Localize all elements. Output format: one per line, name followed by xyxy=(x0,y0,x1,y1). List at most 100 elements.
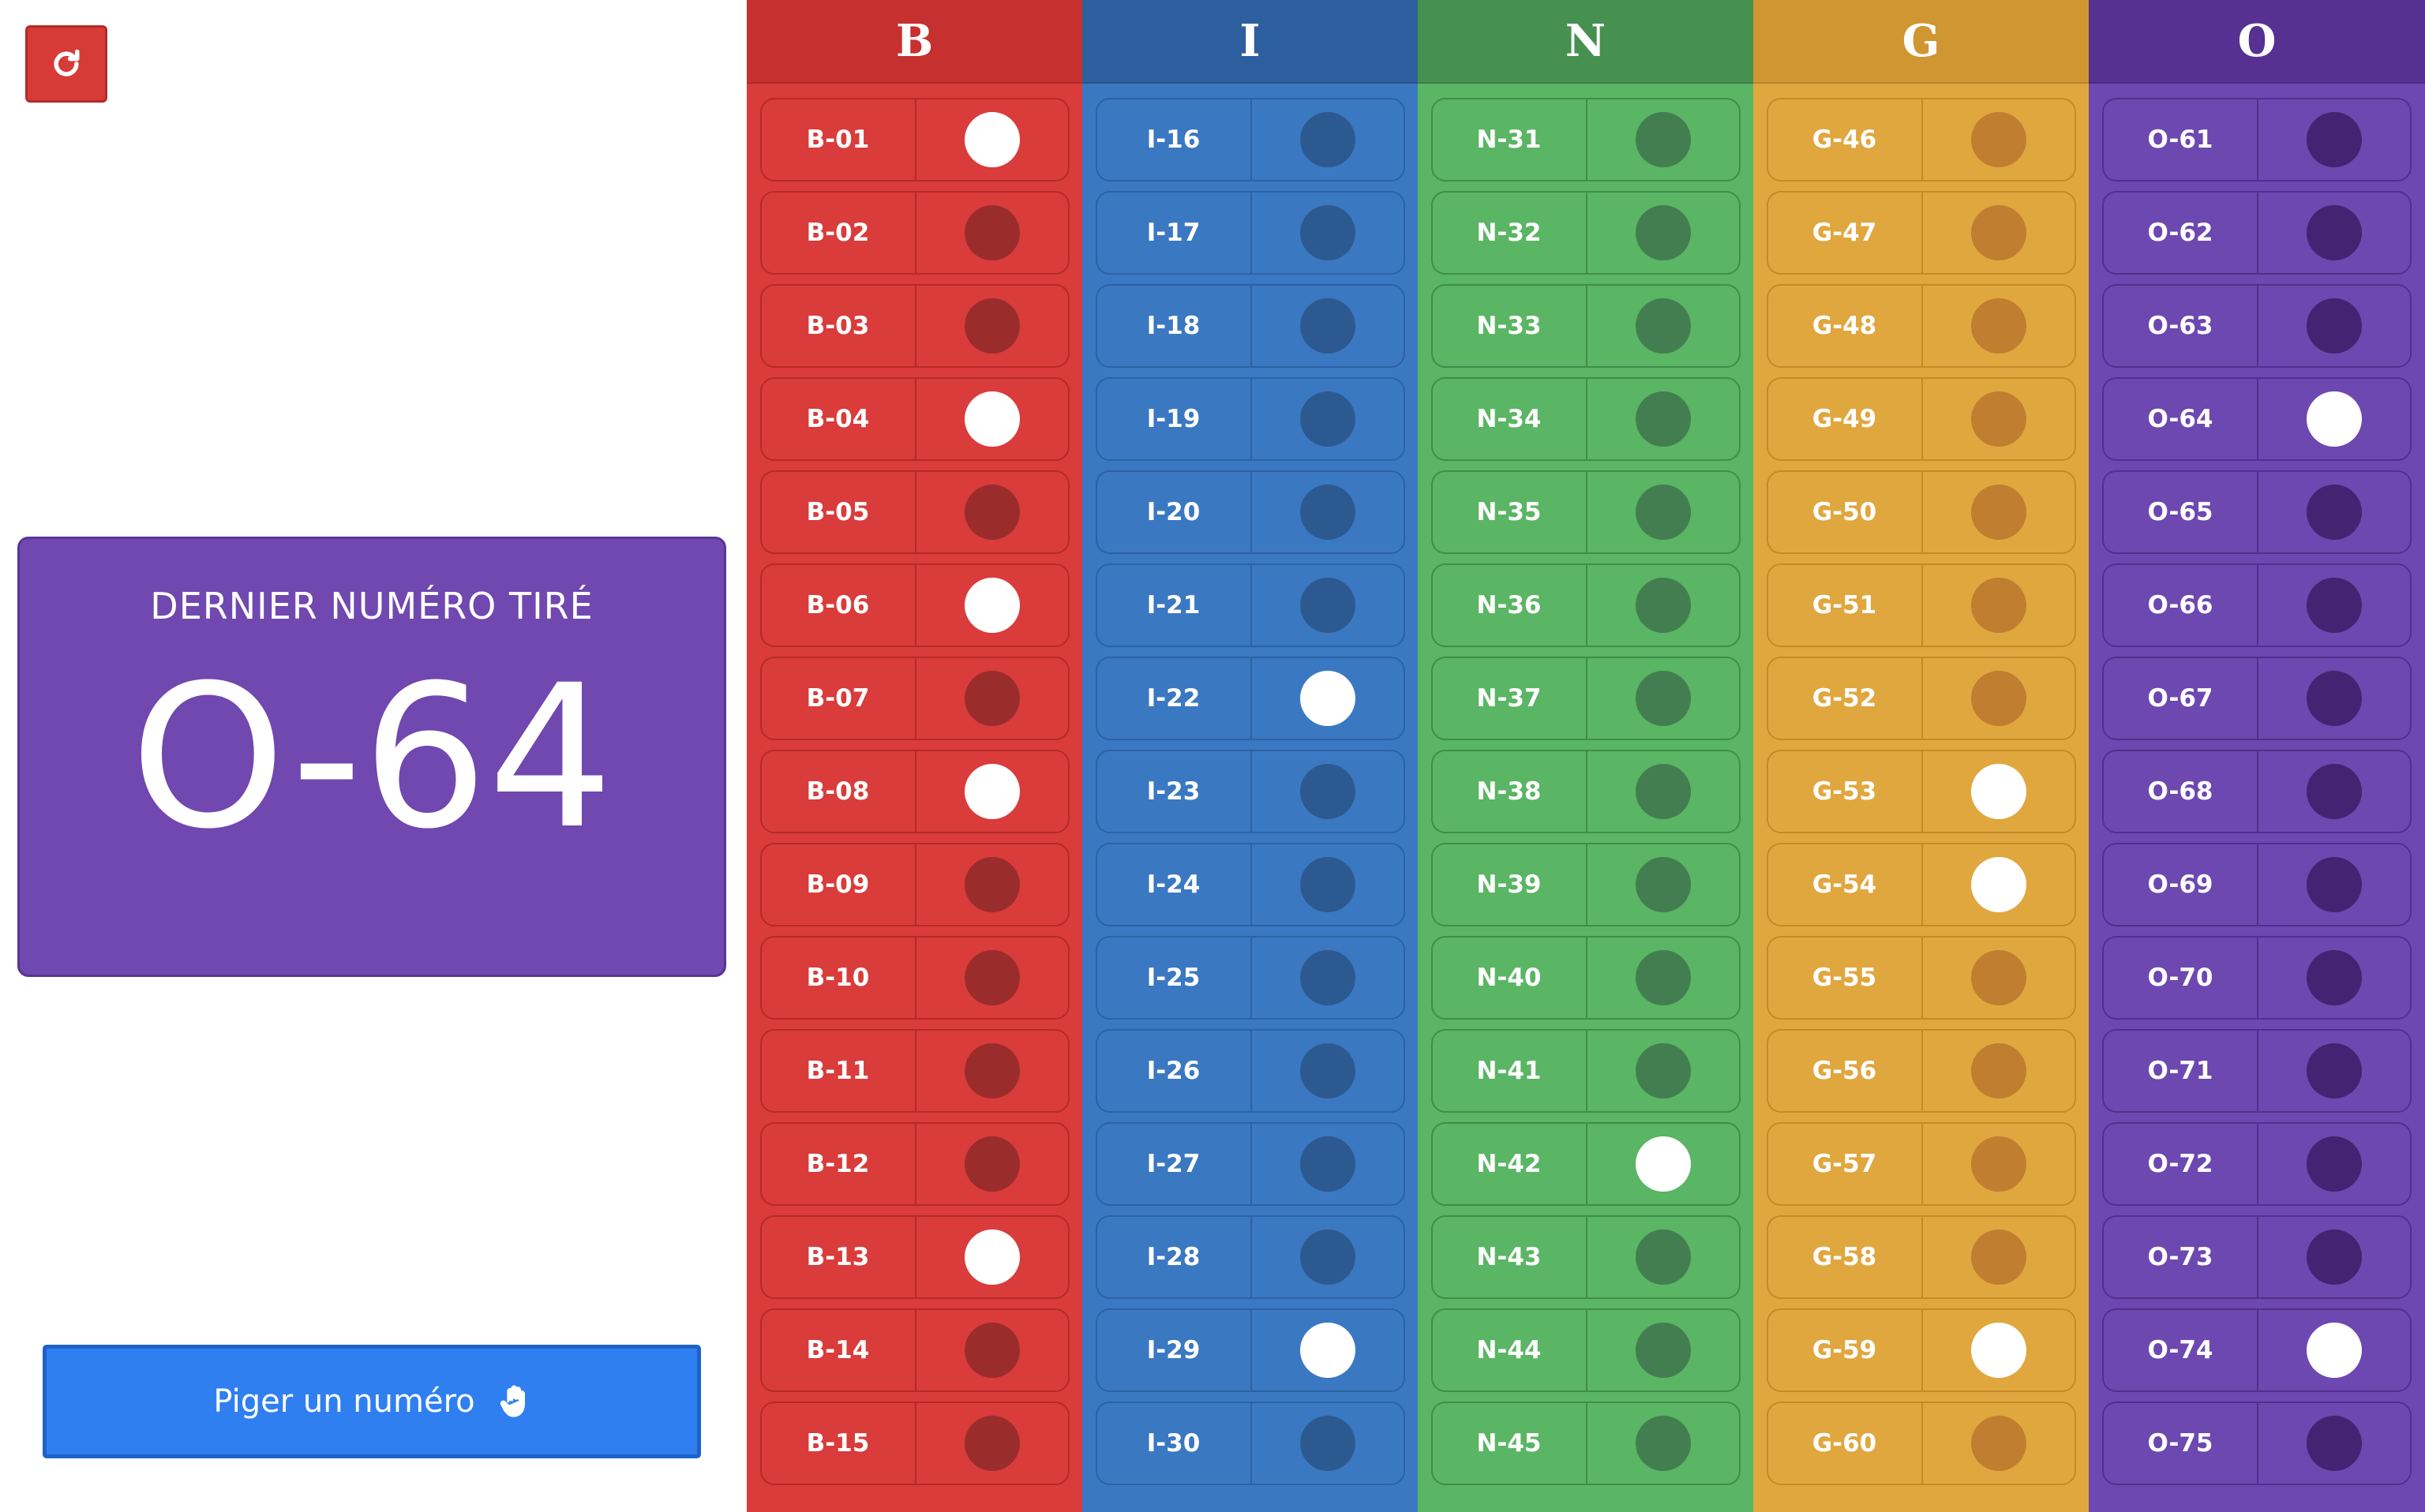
cell-label: N-39 xyxy=(1433,844,1587,925)
bingo-cell[interactable]: O-65 xyxy=(2102,470,2412,554)
bingo-cell[interactable]: I-26 xyxy=(1095,1029,1405,1113)
cell-indicator-wrap xyxy=(916,1310,1068,1390)
undrawn-indicator xyxy=(1635,205,1691,260)
bingo-cell[interactable]: G-55 xyxy=(1766,936,2076,1020)
column-header: G xyxy=(1753,0,2089,84)
bingo-cell[interactable]: B-11 xyxy=(759,1029,1070,1113)
bingo-cell[interactable]: O-72 xyxy=(2102,1122,2412,1206)
cell-label: N-44 xyxy=(1433,1310,1587,1390)
bingo-cell[interactable]: N-43 xyxy=(1430,1215,1741,1299)
cell-label: B-02 xyxy=(762,193,916,273)
bingo-cell[interactable]: O-61 xyxy=(2102,98,2412,182)
bingo-cell[interactable]: N-34 xyxy=(1430,377,1741,461)
bingo-cell[interactable]: I-19 xyxy=(1095,377,1405,461)
bingo-cell[interactable]: G-59 xyxy=(1766,1308,2076,1392)
cell-label: O-61 xyxy=(2104,99,2258,180)
last-drawn-title: DERNIER NUMÉRO TIRÉ xyxy=(150,585,594,627)
bingo-cell[interactable]: I-28 xyxy=(1095,1215,1405,1299)
bingo-cell[interactable]: G-54 xyxy=(1766,843,2076,926)
bingo-cell[interactable]: N-40 xyxy=(1430,936,1741,1020)
cell-label: B-13 xyxy=(762,1217,916,1297)
bingo-cell[interactable]: G-49 xyxy=(1766,377,2076,461)
bingo-cell[interactable]: G-47 xyxy=(1766,191,2076,275)
bingo-cell[interactable]: B-08 xyxy=(759,750,1070,833)
bingo-cell[interactable]: O-67 xyxy=(2102,657,2412,740)
bingo-cell[interactable]: O-73 xyxy=(2102,1215,2412,1299)
bingo-cell[interactable]: I-16 xyxy=(1095,98,1405,182)
cell-label: N-31 xyxy=(1433,99,1587,180)
bingo-cell[interactable]: O-69 xyxy=(2102,843,2412,926)
bingo-cell[interactable]: N-42 xyxy=(1430,1122,1741,1206)
bingo-cell[interactable]: G-52 xyxy=(1766,657,2076,740)
last-drawn-number: O-64 xyxy=(129,642,614,872)
reset-button[interactable] xyxy=(25,25,107,103)
draw-number-button[interactable]: Piger un numéro xyxy=(43,1345,701,1458)
bingo-cell[interactable]: O-62 xyxy=(2102,191,2412,275)
bingo-cell[interactable]: N-45 xyxy=(1430,1402,1741,1485)
bingo-cell[interactable]: N-33 xyxy=(1430,284,1741,368)
bingo-cell[interactable]: G-58 xyxy=(1766,1215,2076,1299)
bingo-cell[interactable]: N-44 xyxy=(1430,1308,1741,1392)
bingo-cell[interactable]: O-70 xyxy=(2102,936,2412,1020)
bingo-cell[interactable]: G-53 xyxy=(1766,750,2076,833)
bingo-cell[interactable]: B-02 xyxy=(759,191,1070,275)
bingo-cell[interactable]: N-37 xyxy=(1430,657,1741,740)
bingo-column-i: I I-16 I-17 I-18 I-19 I-20 I-21 I-22 I-23 I-24 I-2… xyxy=(1082,0,1418,1512)
bingo-cell[interactable]: N-32 xyxy=(1430,191,1741,275)
bingo-cell[interactable]: O-75 xyxy=(2102,1402,2412,1485)
bingo-cell[interactable]: O-64 xyxy=(2102,377,2412,461)
bingo-cell[interactable]: B-13 xyxy=(759,1215,1070,1299)
bingo-cell[interactable]: B-09 xyxy=(759,843,1070,926)
bingo-cell[interactable]: G-51 xyxy=(1766,563,2076,647)
bingo-cell[interactable]: G-60 xyxy=(1766,1402,2076,1485)
bingo-cell[interactable]: N-39 xyxy=(1430,843,1741,926)
bingo-cell[interactable]: B-10 xyxy=(759,936,1070,1020)
cell-indicator-wrap xyxy=(1587,1124,1739,1204)
bingo-cell[interactable]: N-38 xyxy=(1430,750,1741,833)
bingo-cell[interactable]: G-46 xyxy=(1766,98,2076,182)
undrawn-indicator xyxy=(1635,391,1691,447)
bingo-cell[interactable]: N-36 xyxy=(1430,563,1741,647)
bingo-cell[interactable]: B-12 xyxy=(759,1122,1070,1206)
bingo-cell[interactable]: G-57 xyxy=(1766,1122,2076,1206)
bingo-cell[interactable]: I-29 xyxy=(1095,1308,1405,1392)
bingo-cell[interactable]: N-35 xyxy=(1430,470,1741,554)
cell-indicator-wrap xyxy=(1923,751,2075,832)
bingo-cell[interactable]: B-01 xyxy=(759,98,1070,182)
cell-indicator-wrap xyxy=(1923,472,2075,552)
bingo-cell[interactable]: N-31 xyxy=(1430,98,1741,182)
bingo-cell[interactable]: I-20 xyxy=(1095,470,1405,554)
bingo-cell[interactable]: I-24 xyxy=(1095,843,1405,926)
bingo-cell[interactable]: I-30 xyxy=(1095,1402,1405,1485)
bingo-cell[interactable]: G-48 xyxy=(1766,284,2076,368)
bingo-cell[interactable]: G-50 xyxy=(1766,470,2076,554)
bingo-cell[interactable]: O-68 xyxy=(2102,750,2412,833)
cell-indicator-wrap xyxy=(1923,193,2075,273)
bingo-cell[interactable]: G-56 xyxy=(1766,1029,2076,1113)
bingo-cell[interactable]: B-05 xyxy=(759,470,1070,554)
bingo-cell[interactable]: B-03 xyxy=(759,284,1070,368)
bingo-cell[interactable]: O-66 xyxy=(2102,563,2412,647)
undrawn-indicator xyxy=(2307,1229,2362,1285)
undrawn-indicator xyxy=(2307,112,2362,167)
bingo-cell[interactable]: N-41 xyxy=(1430,1029,1741,1113)
bingo-cell[interactable]: I-23 xyxy=(1095,750,1405,833)
bingo-cell[interactable]: O-63 xyxy=(2102,284,2412,368)
undrawn-indicator xyxy=(1635,578,1691,633)
bingo-cell[interactable]: B-06 xyxy=(759,563,1070,647)
bingo-cell[interactable]: I-27 xyxy=(1095,1122,1405,1206)
bingo-cell[interactable]: O-71 xyxy=(2102,1029,2412,1113)
bingo-cell[interactable]: I-22 xyxy=(1095,657,1405,740)
bingo-cell[interactable]: I-25 xyxy=(1095,936,1405,1020)
bingo-cell[interactable]: O-74 xyxy=(2102,1308,2412,1392)
bingo-cell[interactable]: B-14 xyxy=(759,1308,1070,1392)
bingo-cell[interactable]: B-15 xyxy=(759,1402,1070,1485)
bingo-cell[interactable]: I-18 xyxy=(1095,284,1405,368)
undrawn-indicator xyxy=(1970,298,2026,354)
bingo-column-g: G G-46 G-47 G-48 G-49 G-50 G-51 G-52 G-53 G-54 G-5… xyxy=(1753,0,2089,1512)
drawn-indicator xyxy=(1299,671,1355,726)
bingo-cell[interactable]: B-04 xyxy=(759,377,1070,461)
bingo-cell[interactable]: B-07 xyxy=(759,657,1070,740)
bingo-cell[interactable]: I-17 xyxy=(1095,191,1405,275)
bingo-cell[interactable]: I-21 xyxy=(1095,563,1405,647)
